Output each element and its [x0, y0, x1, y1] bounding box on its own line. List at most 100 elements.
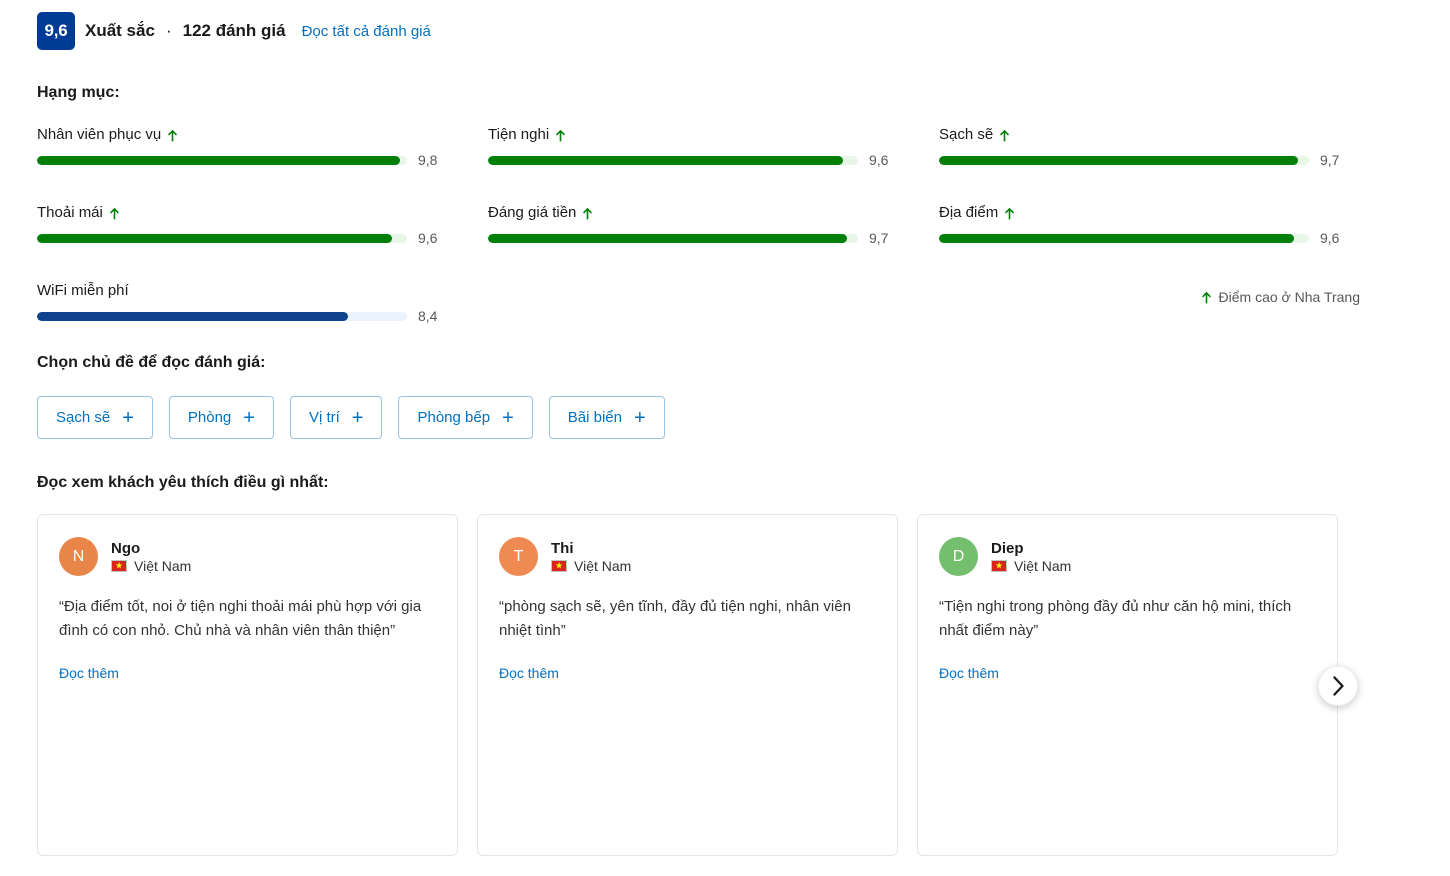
category-score-value: 9,6	[869, 152, 889, 168]
category-label-row: Đáng giá tiền	[488, 204, 939, 222]
reviews-panel: 9,6 Xuất sắc · 122 đánh giá Đọc tất cả đ…	[0, 0, 1450, 876]
arrow-up-icon	[109, 207, 120, 220]
read-more-link[interactable]: Đọc thêm	[499, 665, 559, 681]
plus-icon: +	[502, 406, 514, 429]
reviewer: D Diep ★ Việt Nam	[939, 537, 1316, 576]
category-bar-fill	[37, 155, 400, 165]
category-bar-track	[939, 233, 1309, 243]
category-label: Tiện nghi	[488, 126, 550, 143]
score-badge: 9,6	[37, 12, 75, 50]
category-bar-row: 9,6	[488, 152, 939, 168]
reviewer: N Ngo ★ Việt Nam	[59, 537, 436, 576]
category-score-item: Thoải mái 9,6	[37, 204, 488, 246]
category-scores-grid: Nhân viên phục vụ 9,8 Tiện nghi 9,6 Sạch sẽ 9…	[37, 126, 1361, 324]
high-score-legend-label: Điểm cao ở Nha Trang	[1218, 289, 1360, 305]
read-more-link[interactable]: Đọc thêm	[939, 665, 999, 681]
category-bar-fill	[37, 311, 348, 321]
category-label: Sạch sẽ	[939, 126, 994, 143]
avatar: D	[939, 537, 978, 576]
avatar: N	[59, 537, 98, 576]
review-count: 122 đánh giá	[182, 21, 286, 40]
topic-chip[interactable]: Phòng +	[168, 396, 274, 439]
vietnam-flag-icon: ★	[551, 559, 567, 572]
categories-title: Hạng mục:	[37, 84, 120, 101]
reviewer-name: Diep	[991, 539, 1024, 557]
carousel-next-button[interactable]	[1318, 666, 1358, 706]
reviewer-country: ★ Việt Nam	[551, 558, 631, 574]
reviewer: T Thi ★ Việt Nam	[499, 537, 876, 576]
category-bar-row: 9,7	[939, 152, 1361, 168]
category-bar-track	[37, 233, 407, 243]
category-bar-row: 9,7	[488, 230, 939, 246]
category-label: Địa điểm	[939, 204, 999, 221]
arrow-up-icon	[1004, 207, 1015, 220]
category-label: Nhân viên phục vụ	[37, 126, 162, 143]
avatar: T	[499, 537, 538, 576]
review-text: “Tiện nghi trong phòng đầy đủ như căn hộ…	[939, 598, 1292, 639]
category-bar-track	[37, 155, 407, 165]
category-label-row: WiFi miễn phí	[37, 282, 488, 300]
topic-chip-label: Phòng	[187, 409, 232, 426]
plus-icon: +	[122, 406, 134, 429]
reviewer-name: Thi	[551, 539, 574, 557]
rating-header: 9,6 Xuất sắc · 122 đánh giá Đọc tất cả đ…	[37, 12, 431, 50]
topic-filter-row: Sạch sẽ + Phòng + Vị trí + Phòng bếp + Bãi biển +	[37, 396, 665, 439]
topic-chip[interactable]: Phòng bếp +	[398, 396, 533, 439]
plus-icon: +	[351, 406, 364, 429]
arrow-up-icon	[999, 129, 1010, 142]
arrow-up-icon	[167, 129, 178, 142]
read-more-link[interactable]: Đọc thêm	[59, 665, 119, 681]
category-bar-row: 9,6	[939, 230, 1361, 246]
reviewer-country-label: Việt Nam	[574, 557, 632, 574]
score-separator: ·	[165, 21, 172, 40]
topic-chip-label: Phòng bếp	[417, 409, 491, 426]
category-label-row: Tiện nghi	[488, 126, 939, 144]
category-bar-fill	[488, 233, 847, 243]
topic-chip[interactable]: Sạch sẽ +	[37, 396, 153, 439]
category-label-row: Địa điểm	[939, 204, 1361, 222]
category-bar-fill	[939, 233, 1295, 243]
arrow-up-icon	[1201, 291, 1212, 304]
category-bar-row: 9,8	[37, 152, 488, 168]
category-bar-fill	[939, 155, 1298, 165]
reviewer-country: ★ Việt Nam	[111, 558, 191, 574]
category-bar-row: 9,6	[37, 230, 488, 246]
score-word: Xuất sắc	[85, 21, 155, 40]
category-label-row: Nhân viên phục vụ	[37, 126, 488, 144]
category-bar-track	[37, 311, 407, 321]
category-bar-track	[939, 155, 1309, 165]
read-all-reviews-link[interactable]: Đọc tất cả đánh giá	[302, 23, 431, 40]
category-score-value: 9,7	[869, 230, 889, 246]
topic-chip-label: Sạch sẽ	[56, 409, 111, 426]
reviewer-meta: Ngo ★ Việt Nam	[111, 540, 191, 574]
plus-icon: +	[633, 406, 646, 429]
category-score-item: Nhân viên phục vụ 9,8	[37, 126, 488, 168]
category-score-value: 9,6	[418, 230, 438, 246]
review-card: N Ngo ★ Việt Nam “Địa điểm tốt, noi ở tiện n…	[37, 514, 458, 856]
category-bar-fill	[37, 233, 393, 243]
topic-chip[interactable]: Bãi biển +	[548, 396, 665, 439]
category-score-item: Địa điểm 9,6	[939, 204, 1361, 246]
reviewer-name: Ngo	[111, 539, 141, 557]
review-text: “Địa điểm tốt, noi ở tiện nghi thoải mái…	[59, 598, 422, 639]
category-bar-track	[488, 233, 858, 243]
category-bar-fill	[488, 155, 844, 165]
topic-chip[interactable]: Vị trí +	[289, 396, 383, 439]
category-score-item: Sạch sẽ 9,7	[939, 126, 1361, 168]
high-score-legend: Điểm cao ở Nha Trang	[1201, 289, 1360, 305]
chevron-right-icon	[1332, 676, 1345, 696]
category-score-value: 8,4	[418, 308, 438, 324]
category-score-item: Tiện nghi 9,6	[488, 126, 939, 168]
vietnam-flag-icon: ★	[111, 559, 127, 572]
category-score-item: Đáng giá tiền 9,7	[488, 204, 939, 246]
topics-title: Chọn chủ đề để đọc đánh giá:	[37, 354, 266, 371]
category-bar-track	[488, 155, 858, 165]
review-card: D Diep ★ Việt Nam “Tiện nghi trong phòng đầy…	[917, 514, 1338, 856]
reviewer-meta: Diep ★ Việt Nam	[991, 540, 1071, 574]
category-score-item: WiFi miễn phí 8,4	[37, 282, 488, 324]
reviews-title: Đọc xem khách yêu thích điều gì nhất:	[37, 474, 329, 491]
vietnam-flag-icon: ★	[991, 559, 1007, 572]
category-label-row: Sạch sẽ	[939, 126, 1361, 144]
review-card: T Thi ★ Việt Nam “phòng sạch sẽ, yên tĩnh, đ…	[477, 514, 898, 856]
category-bar-row: 8,4	[37, 308, 488, 324]
